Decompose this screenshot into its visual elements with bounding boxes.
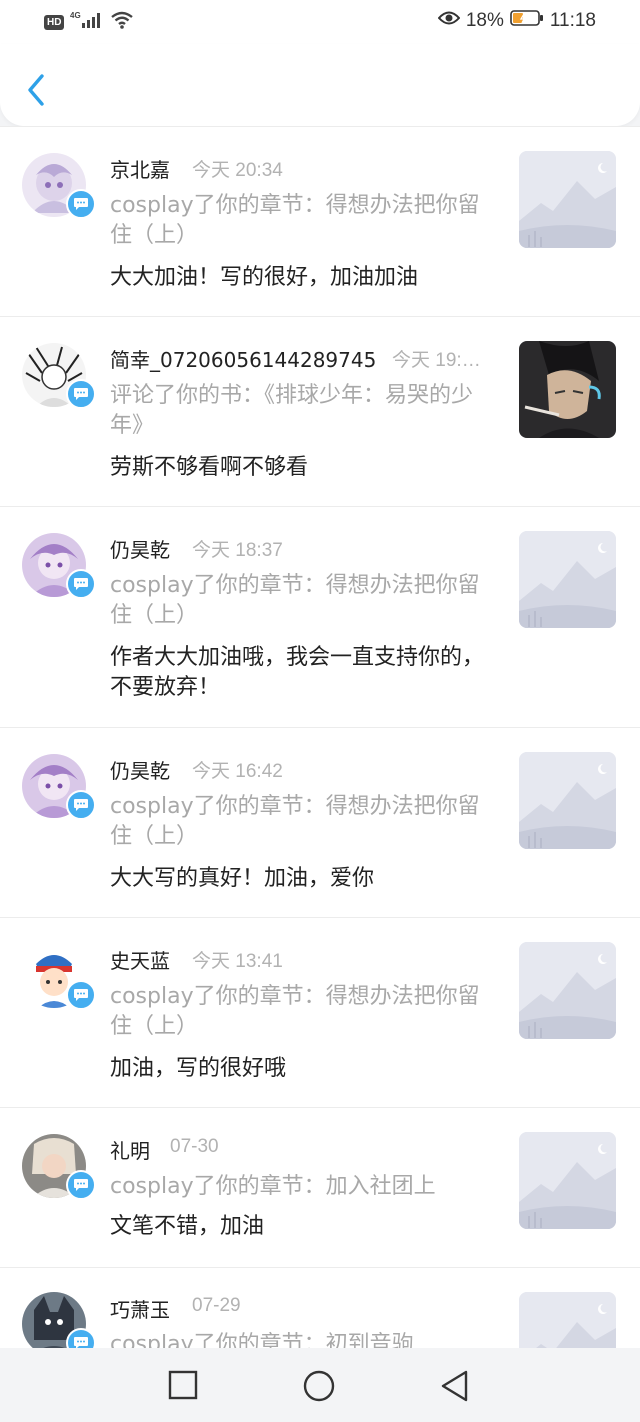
battery-percent: 18% xyxy=(465,10,504,31)
system-nav-bar xyxy=(0,1348,640,1422)
square-icon xyxy=(168,1370,198,1400)
notification-item[interactable]: 仍昊乾 今天 18:37 cosplay了你的章节：得想办法把你留住（上） 作者… xyxy=(0,506,640,728)
notification-item[interactable]: 巧萧玉 07-29 cosplay了你的章节：初到音驹 xyxy=(0,1267,640,1348)
comment-text: 作者大大加油哦，我会一直支持你的，不要放弃！ xyxy=(110,645,485,700)
action-description: cosplay了你的章节：加入社团上 xyxy=(110,1174,436,1199)
mountain-placeholder-icon xyxy=(519,531,616,628)
notification-list: 京北嘉 今天 20:34 cosplay了你的章节：得想办法把你留住（上） 大大… xyxy=(0,126,640,1348)
book-cover-image xyxy=(519,341,616,438)
signal-icon: 4G xyxy=(70,10,104,34)
timestamp: 今天 16:42 xyxy=(192,761,283,782)
user-name[interactable]: 京北嘉 xyxy=(110,154,170,183)
chapter-thumbnail[interactable] xyxy=(519,151,616,248)
mountain-placeholder-icon xyxy=(519,151,616,248)
comment-badge-icon xyxy=(66,1328,96,1348)
header xyxy=(0,44,640,126)
notification-item[interactable]: 简幸_07206056144289745 今天 19:… 评论了你的书：《排球少… xyxy=(0,316,640,507)
comment-badge-icon xyxy=(66,379,96,409)
comment-text: 大大加油！写的很好，加油加油 xyxy=(110,265,419,290)
mountain-placeholder-icon xyxy=(519,942,616,1039)
circle-icon xyxy=(303,1370,335,1402)
comment-badge-icon xyxy=(66,1170,96,1200)
chapter-thumbnail[interactable] xyxy=(519,1132,616,1229)
timestamp: 今天 18:37 xyxy=(192,540,283,561)
timestamp: 07-29 xyxy=(192,1295,241,1316)
chapter-thumbnail[interactable] xyxy=(519,1292,616,1348)
comment-text: 大大写的真好！加油，爱你 xyxy=(110,866,375,891)
action-description: cosplay了你的章节：得想办法把你留住（上） xyxy=(110,193,480,248)
network-type: 4G xyxy=(70,11,81,20)
triangle-back-icon xyxy=(441,1370,468,1402)
recent-apps-button[interactable] xyxy=(168,1370,198,1404)
chapter-thumbnail[interactable] xyxy=(519,531,616,628)
notification-item[interactable]: 礼明 07-30 cosplay了你的章节：加入社团上 文笔不错，加油 xyxy=(0,1107,640,1268)
comment-text: 加油，写的很好哦 xyxy=(110,1056,287,1081)
eye-icon xyxy=(437,10,461,32)
timestamp: 07-30 xyxy=(170,1136,219,1157)
notification-item[interactable]: 史天蓝 今天 13:41 cosplay了你的章节：得想办法把你留住（上） 加油… xyxy=(0,917,640,1108)
comment-badge-icon xyxy=(66,569,96,599)
action-description: cosplay了你的章节：初到音驹 xyxy=(110,1332,414,1348)
user-name[interactable]: 仍昊乾 xyxy=(110,755,170,784)
action-description: cosplay了你的章节：得想办法把你留住（上） xyxy=(110,794,480,849)
timestamp: 今天 20:34 xyxy=(192,160,283,181)
user-name[interactable]: 礼明 xyxy=(110,1135,150,1164)
mountain-placeholder-icon xyxy=(519,752,616,849)
mountain-placeholder-icon xyxy=(519,1132,616,1229)
clock: 11:18 xyxy=(549,10,596,31)
notification-item[interactable]: 仍昊乾 今天 16:42 cosplay了你的章节：得想办法把你留住（上） 大大… xyxy=(0,727,640,918)
status-left: HD 4G xyxy=(44,10,134,34)
back-button[interactable] xyxy=(20,70,50,110)
comment-text: 文笔不错，加油 xyxy=(110,1214,265,1239)
status-bar: HD 4G 18% 11:18 xyxy=(0,0,640,44)
system-back-button[interactable] xyxy=(440,1370,470,1406)
battery-icon xyxy=(510,9,544,33)
action-description: cosplay了你的章节：得想办法把你留住（上） xyxy=(110,984,480,1039)
timestamp: 今天 13:41 xyxy=(192,951,283,972)
chapter-thumbnail[interactable] xyxy=(519,752,616,849)
book-cover[interactable] xyxy=(519,341,616,438)
comment-badge-icon xyxy=(66,790,96,820)
user-name[interactable]: 仍昊乾 xyxy=(110,534,170,563)
comment-badge-icon xyxy=(66,189,96,219)
chapter-thumbnail[interactable] xyxy=(519,942,616,1039)
timestamp: 今天 19:… xyxy=(392,350,481,371)
home-button[interactable] xyxy=(303,1370,335,1406)
user-name[interactable]: 巧萧玉 xyxy=(110,1294,170,1323)
user-name[interactable]: 史天蓝 xyxy=(110,945,170,974)
notification-item[interactable]: 京北嘉 今天 20:34 cosplay了你的章节：得想办法把你留住（上） 大大… xyxy=(0,126,640,317)
chevron-left-icon xyxy=(28,74,44,106)
action-description: 评论了你的书：《排球少年：易哭的少年》 xyxy=(110,383,474,438)
user-name[interactable]: 简幸_07206056144289745 xyxy=(110,344,376,373)
wifi-icon xyxy=(110,10,134,34)
comment-badge-icon xyxy=(66,980,96,1010)
mountain-placeholder-icon xyxy=(519,1292,616,1348)
action-description: cosplay了你的章节：得想办法把你留住（上） xyxy=(110,573,480,628)
status-right: 18% 11:18 xyxy=(437,9,596,33)
hd-badge: HD xyxy=(44,14,65,30)
comment-text: 劳斯不够看啊不够看 xyxy=(110,455,309,480)
